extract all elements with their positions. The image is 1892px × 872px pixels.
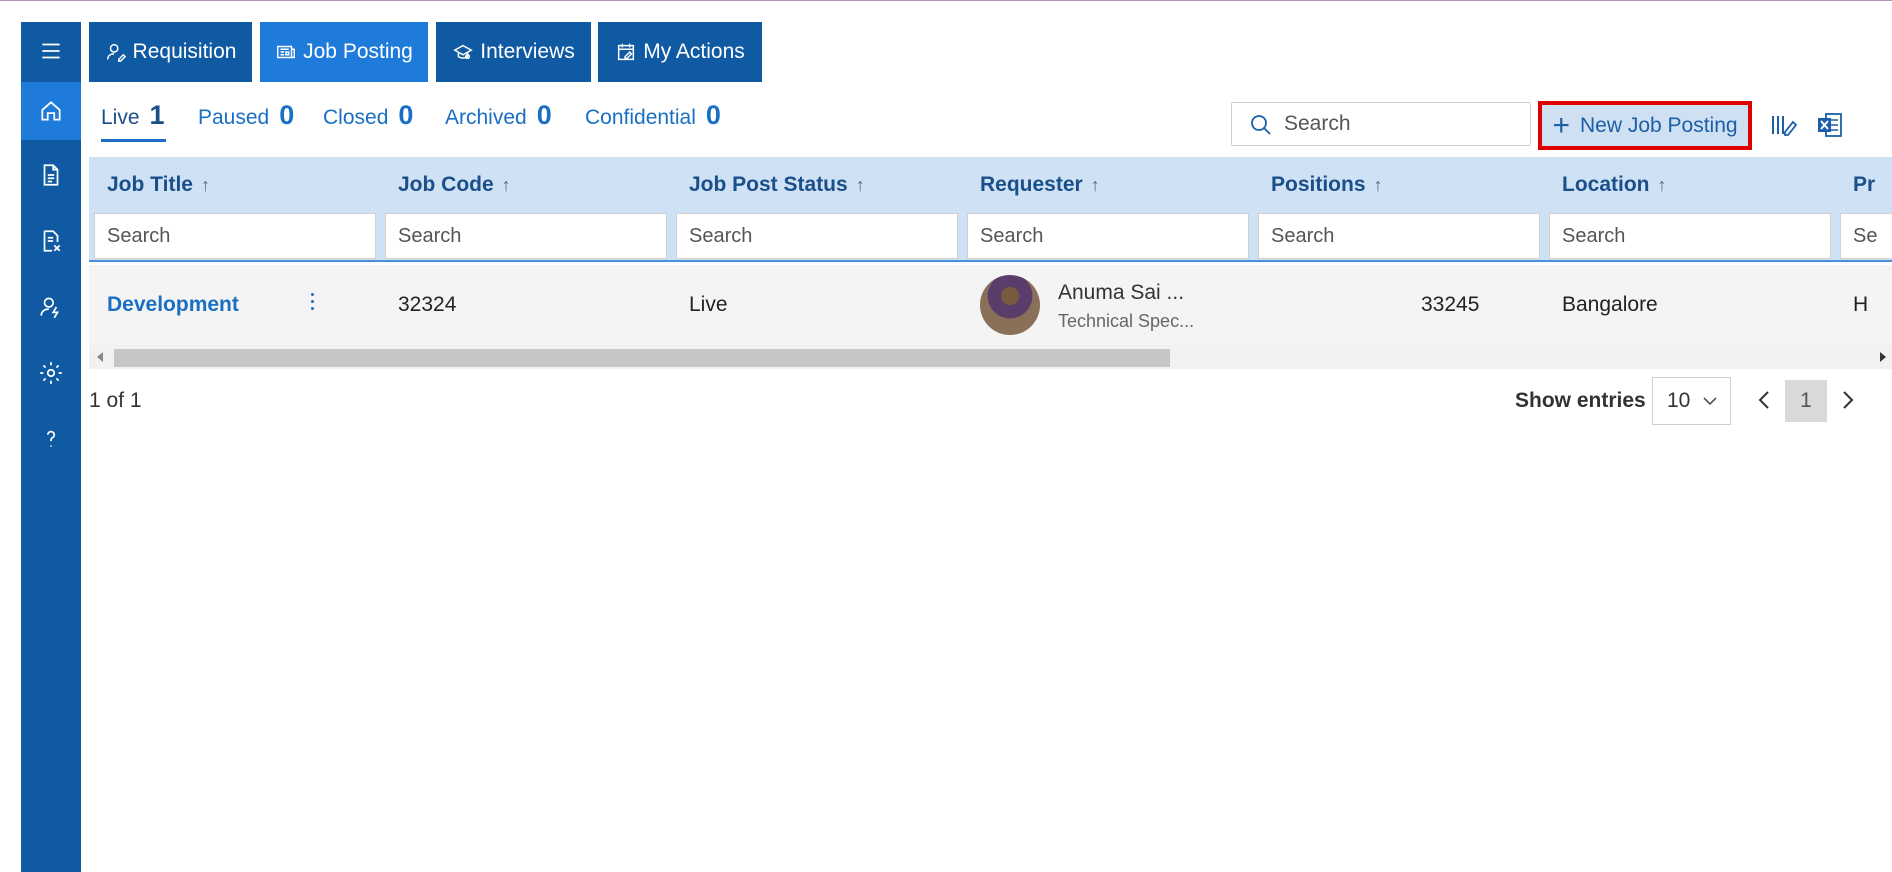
header-separator (89, 260, 1892, 262)
calendar-edit-icon (618, 43, 635, 61)
table-row[interactable]: Development 32324 Live Anuma Sai ... Tec… (89, 265, 1892, 345)
column-header-job-post-status[interactable]: Job Post Status ↑ (689, 173, 865, 197)
tab-label: My Actions (643, 40, 745, 63)
horizontal-scrollbar[interactable] (89, 345, 1892, 369)
status-tab-count: 0 (536, 100, 552, 130)
status-tab-label: Confidential (585, 106, 696, 129)
tab-label: Requisition (132, 40, 237, 63)
sort-arrow-icon: ↑ (1090, 174, 1100, 195)
column-header-partial[interactable]: Pr (1853, 173, 1875, 197)
status-tab-confidential[interactable]: Confidential 0 (585, 100, 721, 140)
column-label: Job Post Status (689, 173, 848, 196)
column-label: Pr (1853, 173, 1876, 196)
positions-cell: 33245 (1421, 293, 1480, 316)
column-label: Job Title (107, 173, 193, 196)
filter-job-title[interactable] (94, 213, 376, 259)
column-label: Positions (1271, 173, 1366, 196)
plus-icon: + (1552, 108, 1570, 142)
document-icon[interactable] (21, 146, 81, 204)
scrollbar-thumb[interactable] (114, 349, 1170, 367)
entries-select[interactable]: 10 (1652, 377, 1731, 425)
status-tab-paused[interactable]: Paused 0 (198, 100, 294, 140)
home-icon[interactable] (21, 82, 81, 140)
show-entries-label: Show entries (1515, 389, 1646, 412)
page-number-button[interactable]: 1 (1785, 380, 1827, 422)
menu-icon[interactable] (21, 22, 81, 80)
search-icon (1251, 115, 1271, 135)
location-cell: Bangalore (1562, 293, 1658, 316)
tab-label: Job Posting (303, 40, 413, 63)
grid-header: Job Title ↑ Job Code ↑ Job Post Status ↑… (89, 157, 1892, 262)
excel-export-icon[interactable] (1815, 110, 1845, 140)
search-box (1231, 102, 1531, 146)
status-tab-closed[interactable]: Closed 0 (323, 100, 413, 140)
column-label: Job Code (398, 173, 494, 196)
tab-my-actions[interactable]: My Actions (598, 22, 762, 82)
status-tab-label: Live (101, 106, 140, 129)
status-tab-count: 1 (149, 100, 165, 130)
entries-value: 10 (1667, 389, 1691, 412)
new-job-posting-label: New Job Posting (1579, 113, 1738, 137)
news-icon (277, 45, 296, 59)
sidebar (21, 22, 81, 872)
person-edit-icon (106, 43, 126, 62)
top-border (0, 0, 1892, 1)
status-tab-archived[interactable]: Archived 0 (445, 100, 552, 140)
filter-job-code[interactable] (385, 213, 667, 259)
filter-location[interactable] (1549, 213, 1831, 259)
active-tab-indicator (101, 139, 166, 142)
search-input[interactable] (1282, 111, 1512, 137)
job-posting-grid: Job Title ↑ Job Code ↑ Job Post Status ↑… (89, 157, 1892, 369)
column-header-job-title[interactable]: Job Title ↑ (107, 173, 210, 197)
next-page-icon[interactable] (1835, 385, 1859, 415)
page-info: 1 of 1 (89, 389, 142, 412)
previous-page-icon[interactable] (1753, 385, 1777, 415)
status-tab-live[interactable]: Live 1 (101, 100, 165, 140)
requester-title: Technical Spec... (1058, 311, 1195, 331)
interview-icon (453, 44, 473, 60)
sort-arrow-icon: ↑ (1373, 174, 1383, 195)
column-header-job-code[interactable]: Job Code ↑ (398, 173, 511, 197)
filter-requester[interactable] (967, 213, 1249, 259)
sort-arrow-icon: ↑ (200, 174, 210, 195)
avatar (980, 275, 1040, 335)
column-label: Location (1562, 173, 1650, 196)
status-tab-count: 0 (398, 100, 414, 130)
column-chooser-icon[interactable] (1768, 110, 1798, 140)
new-job-posting-button[interactable]: + New Job Posting (1538, 101, 1752, 150)
gear-icon[interactable] (21, 344, 81, 402)
tab-label: Interviews (480, 40, 575, 63)
tab-requisition[interactable]: Requisition (89, 22, 252, 82)
scroll-left-icon[interactable] (97, 352, 103, 362)
filter-job-post-status[interactable] (676, 213, 958, 259)
status-cell: Live (689, 293, 728, 316)
filter-partial[interactable] (1840, 213, 1892, 259)
job-code-cell: 32324 (398, 293, 457, 316)
job-title-link[interactable]: Development (107, 293, 239, 317)
requester-name: Anuma Sai ... (1058, 281, 1185, 304)
status-tab-label: Paused (198, 106, 270, 129)
status-tab-count: 0 (279, 100, 295, 130)
status-tab-count: 0 (705, 100, 721, 130)
column-label: Requester (980, 173, 1083, 196)
partial-cell: H (1853, 293, 1869, 316)
filter-positions[interactable] (1258, 213, 1540, 259)
column-header-positions[interactable]: Positions ↑ (1271, 173, 1383, 197)
status-tab-label: Archived (445, 106, 527, 129)
help-icon[interactable] (21, 410, 81, 468)
status-tab-label: Closed (323, 106, 389, 129)
scroll-right-icon[interactable] (1880, 352, 1886, 362)
column-header-location[interactable]: Location ↑ (1562, 173, 1667, 197)
document-dismiss-icon[interactable] (21, 212, 81, 270)
more-options-icon[interactable] (308, 293, 316, 315)
sort-arrow-icon: ↑ (501, 174, 511, 195)
sort-arrow-icon: ↑ (855, 174, 865, 195)
column-header-requester[interactable]: Requester ↑ (980, 173, 1100, 197)
sort-arrow-icon: ↑ (1657, 174, 1667, 195)
tab-interviews[interactable]: Interviews (436, 22, 591, 82)
tab-job-posting[interactable]: Job Posting (260, 22, 428, 82)
chevron-down-icon (1703, 397, 1717, 406)
person-lightning-icon[interactable] (21, 278, 81, 336)
